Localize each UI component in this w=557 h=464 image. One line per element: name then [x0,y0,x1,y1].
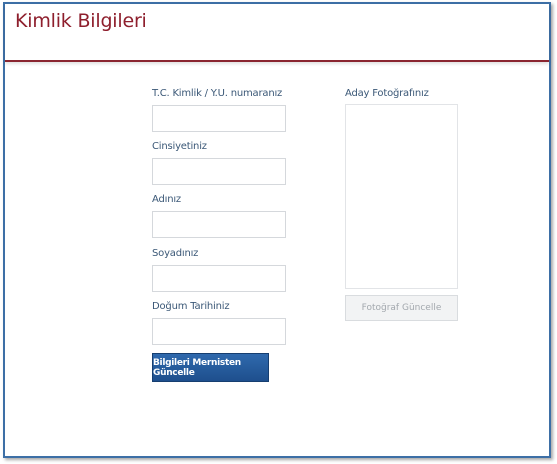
soyad-label: Soyadınız [152,248,199,259]
dogum-tarihi-label: Doğum Tarihiniz [152,301,230,312]
dogum-tarihi-input[interactable] [152,318,286,345]
page-title: Kimlik Bilgileri [15,10,147,32]
window-frame: Kimlik Bilgileri T.C. Kimlik / Y.U. numa… [3,2,551,458]
ad-label: Adınız [152,194,181,205]
cinsiyet-input[interactable] [152,158,286,185]
page-header: Kimlik Bilgileri [5,4,549,62]
candidate-photo [345,104,458,289]
photo-label: Aday Fotoğrafınız [345,88,429,99]
cinsiyet-label: Cinsiyetiniz [152,141,207,152]
mernis-update-button[interactable]: Bilgileri Mernisten Güncelle [152,353,269,382]
ad-input[interactable] [152,211,286,238]
photo-update-button[interactable]: Fotoğraf Güncelle [345,295,458,321]
tc-kimlik-input[interactable] [152,105,286,132]
tc-kimlik-label: T.C. Kimlik / Y.U. numaranız [152,88,283,99]
soyad-input[interactable] [152,265,286,292]
